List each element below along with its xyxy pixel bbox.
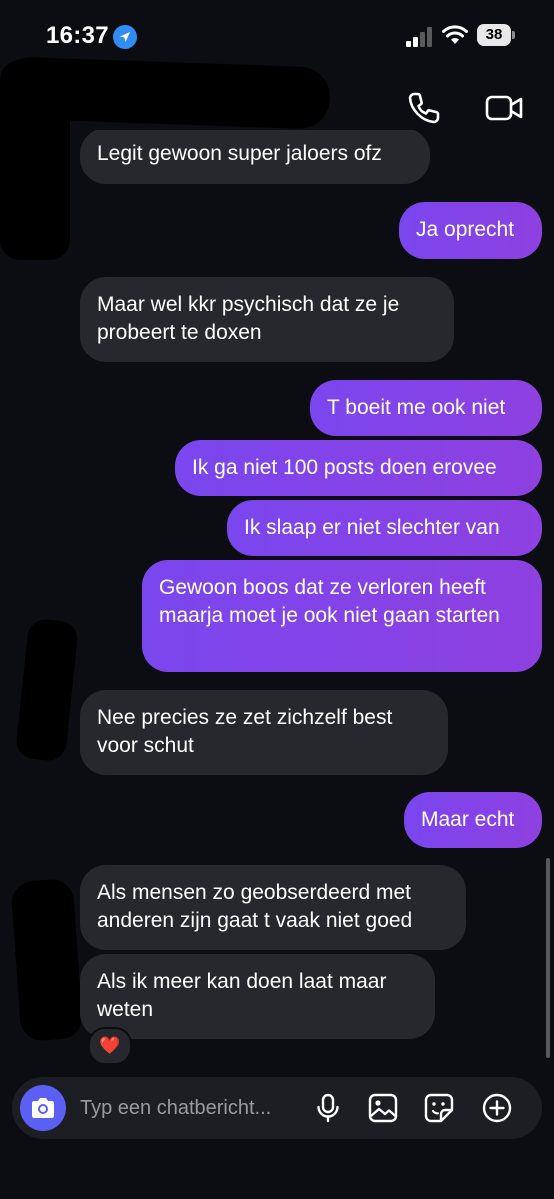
status-time: 16:37 bbox=[46, 22, 109, 49]
microphone-icon[interactable] bbox=[312, 1092, 344, 1124]
video-camera-icon[interactable] bbox=[484, 88, 526, 128]
camera-icon bbox=[32, 1098, 54, 1118]
heart-reaction[interactable]: ❤️ bbox=[88, 1027, 132, 1065]
scroll-indicator[interactable] bbox=[546, 858, 550, 1058]
message-outgoing[interactable]: Ik ga niet 100 posts doen erovee bbox=[175, 440, 542, 496]
message-incoming[interactable]: Als mensen zo geobserdeerd met anderen z… bbox=[80, 865, 466, 950]
message-outgoing[interactable]: Maar echt bbox=[404, 792, 542, 848]
plus-circle-icon[interactable] bbox=[481, 1092, 513, 1124]
message-incoming[interactable]: Als ik meer kan doen laat maar weten bbox=[80, 954, 435, 1039]
chat-thread[interactable]: Legit gewoon super jaloers ofz Ja oprech… bbox=[0, 130, 554, 1070]
signal-icon bbox=[406, 27, 432, 47]
message-incoming[interactable]: Legit gewoon super jaloers ofz bbox=[80, 130, 430, 184]
message-outgoing[interactable]: Ja oprecht bbox=[399, 202, 542, 259]
location-arrow-icon bbox=[113, 25, 137, 49]
battery-tip bbox=[512, 31, 515, 39]
message-input[interactable] bbox=[80, 1093, 300, 1123]
battery-icon: 38 bbox=[477, 24, 515, 48]
sticker-icon[interactable] bbox=[423, 1092, 455, 1124]
camera-button[interactable] bbox=[20, 1085, 66, 1131]
message-composer bbox=[12, 1077, 542, 1139]
image-icon[interactable] bbox=[367, 1092, 399, 1124]
message-incoming[interactable]: Maar wel kkr psychisch dat ze je probeer… bbox=[80, 277, 454, 362]
message-outgoing[interactable]: Ik slaap er niet slechter van bbox=[227, 500, 542, 556]
battery-level: 38 bbox=[477, 24, 511, 46]
message-outgoing[interactable]: T boeit me ook niet bbox=[310, 380, 542, 436]
message-incoming[interactable]: Nee precies ze zet zichzelf best voor sc… bbox=[80, 690, 448, 775]
message-outgoing[interactable]: Gewoon boos dat ze verloren heeft maarja… bbox=[142, 560, 542, 672]
phone-icon[interactable] bbox=[404, 88, 444, 128]
wifi-icon bbox=[442, 25, 468, 44]
